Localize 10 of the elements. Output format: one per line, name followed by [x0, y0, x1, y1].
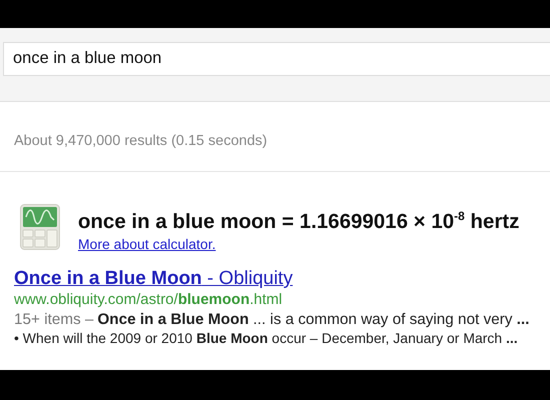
snippet-meta: 15+ items –	[14, 310, 94, 330]
calculator-link[interactable]: More about calculator.	[78, 236, 216, 252]
search-field[interactable]: once in a blue moon	[3, 42, 550, 76]
snippet-bullet: • When will the 2009 or 2010 Blue Moon occur – December, January or March ...	[14, 330, 518, 347]
calculator-icon	[20, 204, 60, 250]
result-title-link[interactable]: Once in a Blue Moon - Obliquity	[14, 268, 293, 290]
result-stats: About 9,470,000 results (0.15 seconds)	[14, 133, 268, 149]
result-url: www.obliquity.com/astro/bluemoon.html	[14, 290, 282, 310]
result-snippet: Once in a Blue Moon ... is a common way of saying not very ...	[98, 310, 530, 330]
calculator-result: once in a blue moon = 1.16699016 × 10$^{-8}$ hertz	[78, 208, 520, 235]
